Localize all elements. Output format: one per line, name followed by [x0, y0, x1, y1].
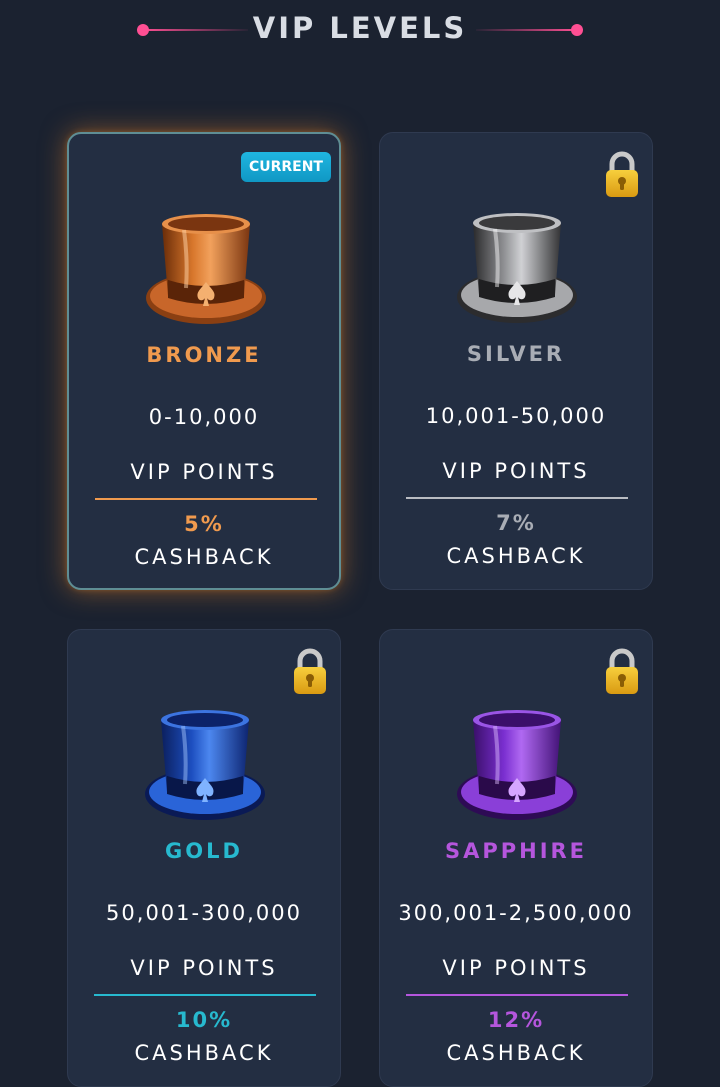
vip-points-label: VIP POINTS — [442, 956, 590, 980]
divider — [406, 994, 628, 996]
cashback-percent: 5% — [184, 512, 224, 536]
page-title: VIP LEVELS — [252, 11, 468, 45]
tier-name: SILVER — [466, 342, 566, 366]
cashback-percent: 7% — [496, 511, 536, 535]
cashback-label: CASHBACK — [134, 545, 274, 569]
points-range: 300,001-2,500,000 — [398, 901, 634, 925]
silver-top-hat-icon — [457, 213, 577, 323]
divider — [95, 498, 317, 500]
purple-top-hat-icon — [457, 710, 577, 820]
points-range: 0-10,000 — [148, 405, 260, 429]
divider — [406, 497, 628, 499]
tier-name: BRONZE — [146, 343, 262, 367]
tier-name: SAPPHIRE — [444, 839, 588, 863]
header-right-dot-decoration — [571, 24, 583, 36]
vip-points-label: VIP POINTS — [130, 460, 278, 484]
points-range: 50,001-300,000 — [106, 901, 302, 925]
vip-points-label: VIP POINTS — [442, 459, 590, 483]
cashback-label: CASHBACK — [446, 1041, 586, 1065]
current-badge: CURRENT — [240, 152, 331, 182]
divider — [94, 994, 316, 996]
lock-icon — [606, 151, 638, 197]
cashback-percent: 12% — [487, 1008, 545, 1032]
lock-icon — [294, 648, 326, 694]
cashback-percent: 10% — [175, 1008, 233, 1032]
tier-card-gold[interactable]: GOLD 50,001-300,000 VIP POINTS 10% CASHB… — [67, 629, 341, 1087]
tier-card-silver[interactable]: SILVER 10,001-50,000 VIP POINTS 7% CASHB… — [379, 132, 653, 590]
blue-top-hat-icon — [145, 710, 265, 820]
points-range: 10,001-50,000 — [425, 404, 607, 428]
tier-card-sapphire[interactable]: SAPPHIRE 300,001-2,500,000 VIP POINTS 12… — [379, 629, 653, 1087]
bronze-top-hat-icon — [146, 214, 266, 324]
header: VIP LEVELS — [0, 0, 720, 60]
header-right-line-decoration — [476, 29, 578, 31]
tier-card-bronze[interactable]: CURRENT BRONZE 0-10,000 VIP POINTS 5% CA… — [67, 132, 341, 590]
cashback-label: CASHBACK — [446, 544, 586, 568]
cashback-label: CASHBACK — [134, 1041, 274, 1065]
lock-icon — [606, 648, 638, 694]
tier-name: GOLD — [165, 839, 243, 863]
vip-points-label: VIP POINTS — [130, 956, 278, 980]
